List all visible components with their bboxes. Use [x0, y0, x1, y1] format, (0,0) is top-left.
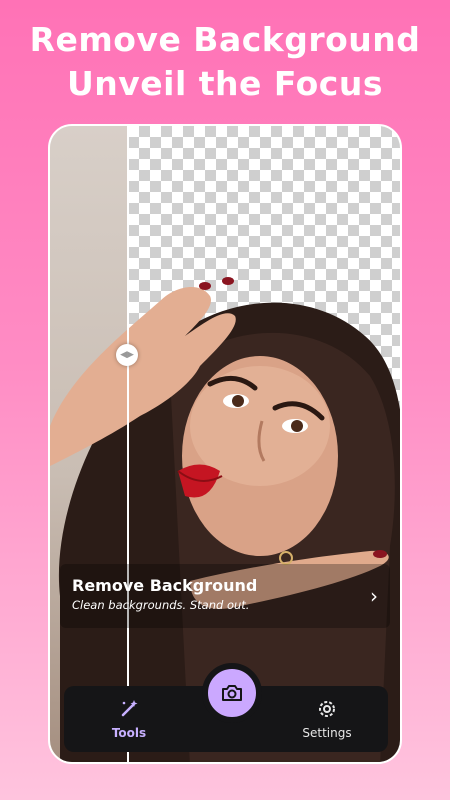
camera-button[interactable] [202, 663, 262, 723]
camera-icon [222, 685, 242, 701]
card-title: Remove Background [72, 576, 258, 595]
chevron-right-icon[interactable]: › [370, 584, 378, 608]
tab-settings-label: Settings [302, 726, 352, 740]
tab-tools-label: Tools [111, 726, 147, 740]
compare-handle[interactable]: ◀▶ [116, 344, 138, 366]
headline: Remove Background Unveil the Focus [0, 18, 450, 106]
tab-tools[interactable]: Tools [74, 686, 184, 752]
headline-line-2: Unveil the Focus [66, 64, 383, 103]
tab-settings[interactable]: Settings [272, 686, 382, 752]
card-subtitle: Clean backgrounds. Stand out. [72, 598, 250, 612]
feature-card[interactable]: Remove Background Clean backgrounds. Sta… [60, 564, 390, 628]
phone-preview: ◀▶ Remove Background Clean backgrounds. … [48, 124, 402, 764]
split-arrows-icon: ◀▶ [120, 350, 134, 360]
gear-icon [319, 701, 335, 717]
headline-line-1: Remove Background [29, 20, 421, 59]
compare-divider[interactable] [127, 126, 129, 762]
magic-wand-icon [121, 700, 138, 717]
